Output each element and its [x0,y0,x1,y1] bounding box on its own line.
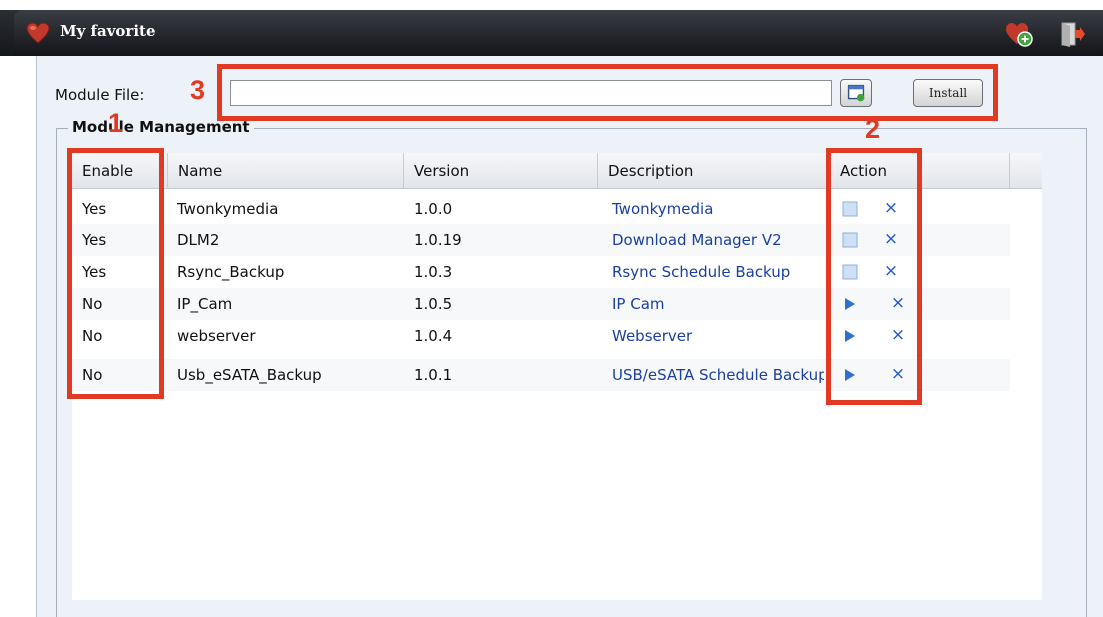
favorite-add-icon[interactable] [1004,20,1034,48]
cell-description[interactable]: USB/eSATA Schedule Backup [612,359,824,391]
annotation-box-action [826,148,922,405]
cell-name: IP_Cam [177,295,233,313]
cell-name: webserver [177,327,256,345]
cell-version: 1.0.5 [414,295,453,313]
cell-description[interactable]: IP Cam [612,288,824,320]
cell-version: 1.0.4 [414,327,453,345]
module-file-label: Module File: [55,86,145,104]
title-bar [0,0,1103,56]
annotation-number-1: 1 [108,108,124,138]
cell-description[interactable]: Download Manager V2 [612,224,824,256]
cell-version: 1.0.19 [414,231,462,249]
cell-version: 1.0.0 [414,200,453,218]
cell-description[interactable]: Rsync Schedule Backup [612,256,824,288]
cell-name: Twonkymedia [177,200,279,218]
cell-name: Usb_eSATA_Backup [177,366,322,384]
logout-icon[interactable] [1058,20,1086,48]
cell-description[interactable]: Webserver [612,320,824,352]
cell-name: Rsync_Backup [177,263,285,281]
header-name[interactable]: Name [168,153,404,189]
annotation-number-3: 3 [190,75,206,105]
heart-icon [26,22,50,44]
header-description[interactable]: Description [598,153,830,189]
cell-version: 1.0.1 [414,366,453,384]
header-version[interactable]: Version [404,153,598,189]
annotation-box-module-file [217,64,998,121]
title-bar-background [14,10,1103,56]
page-title: My favorite [60,22,156,40]
annotation-box-enable [67,148,164,399]
cell-description[interactable]: Twonkymedia [612,193,824,225]
cell-version: 1.0.3 [414,263,453,281]
cell-name: DLM2 [177,231,220,249]
